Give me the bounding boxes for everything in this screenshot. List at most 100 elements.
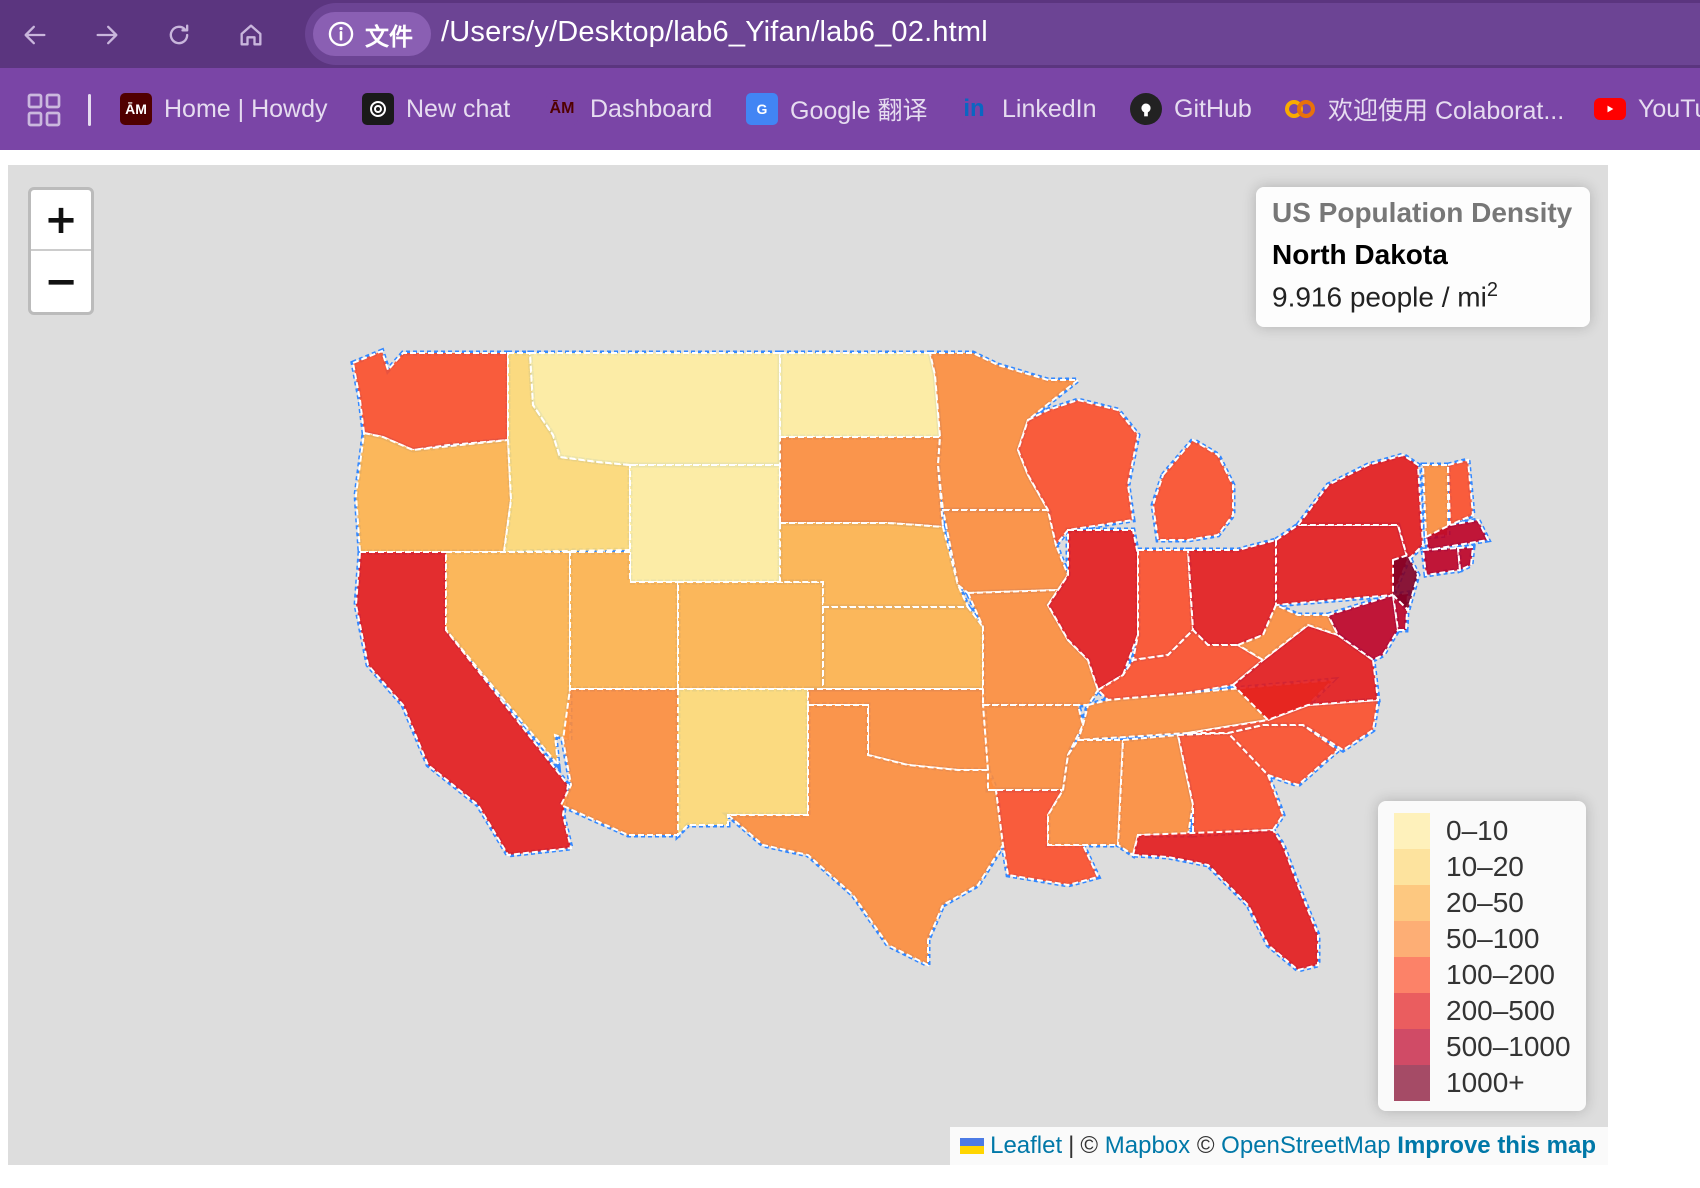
density-unit: people / mi — [1349, 281, 1487, 313]
google-translate-icon: G — [746, 93, 778, 125]
url-text[interactable]: /Users/y/Desktop/lab6_Yifan/lab6_02.html — [441, 16, 988, 49]
legend-swatch — [1394, 1029, 1430, 1065]
state-oregon[interactable] — [354, 431, 513, 553]
map-container[interactable]: + − US Population Density North Dakota 9… — [8, 165, 1608, 1165]
reload-icon — [169, 24, 189, 45]
legend-row: 20–50 — [1394, 885, 1570, 921]
forward-button[interactable] — [86, 14, 128, 56]
legend-row: 50–100 — [1394, 921, 1570, 957]
info-panel: US Population Density North Dakota 9.916… — [1256, 187, 1590, 327]
zoom-out-button[interactable]: − — [31, 251, 91, 312]
arrow-right-icon — [96, 25, 118, 45]
legend-row: 500–1000 — [1394, 1029, 1571, 1065]
density-value: 9.916 — [1272, 281, 1343, 313]
bookmark-home-howdy[interactable]: ĀM Home | Howdy — [120, 88, 328, 130]
leaflet-link[interactable]: Leaflet — [990, 1132, 1062, 1160]
state-pennsylvania[interactable] — [1275, 524, 1410, 607]
linkedin-icon: in — [958, 93, 990, 125]
bookmark-label: YouTu — [1638, 94, 1700, 123]
legend-swatch — [1394, 921, 1430, 957]
github-icon — [1130, 93, 1162, 125]
info-icon — [328, 21, 354, 47]
home-button[interactable] — [230, 14, 272, 56]
state-ohio[interactable] — [1186, 538, 1277, 646]
legend-row: 1000+ — [1394, 1065, 1570, 1101]
bookmark-dashboard[interactable]: ĀM Dashboard — [546, 88, 712, 130]
bookmarks-separator — [88, 94, 91, 126]
info-density: 9.916 people / mi2 — [1272, 279, 1574, 313]
copyright-symbol: © — [1080, 1132, 1099, 1159]
state-kansas[interactable] — [822, 606, 984, 690]
state-montana[interactable] — [528, 352, 781, 466]
bookmark-label: Google 翻译 — [790, 97, 928, 125]
legend: 0–10 10–20 20–50 50–100 100–200 200–500 500–10… — [1378, 801, 1586, 1111]
bookmark-github[interactable]: GitHub — [1130, 88, 1252, 130]
apps-grid-icon[interactable] — [26, 92, 62, 128]
state-michigan[interactable] — [1151, 438, 1234, 541]
bookmark-new-chat[interactable]: New chat — [362, 88, 510, 130]
legend-swatch — [1394, 813, 1430, 849]
info-title: US Population Density — [1272, 197, 1573, 228]
legend-label: 50–100 — [1446, 923, 1540, 954]
bookmark-label: GitHub — [1174, 94, 1252, 123]
bookmarks-bar: ĀM Home | Howdy New chat ĀM Dashboard G … — [0, 68, 1700, 150]
reload-button[interactable] — [158, 14, 200, 56]
bookmark-label: New chat — [406, 94, 511, 123]
state-vermont[interactable] — [1421, 464, 1449, 539]
legend-label: 200–500 — [1446, 995, 1556, 1026]
bookmark-linkedin[interactable]: in LinkedIn — [958, 88, 1097, 130]
legend-label: 500–1000 — [1446, 1031, 1571, 1062]
state-new-mexico[interactable] — [677, 688, 809, 838]
legend-swatch — [1394, 1065, 1430, 1101]
state-colorado[interactable] — [677, 581, 824, 690]
density-unit-exponent: 2 — [1486, 279, 1498, 301]
attribution-separator: | — [1068, 1132, 1075, 1159]
states-layer — [351, 349, 1490, 972]
attribution: Leaflet | © Mapbox © OpenStreetMap Impro… — [950, 1127, 1608, 1165]
address-bar[interactable]: 文件 /Users/y/Desktop/lab6_Yifan/lab6_02.h… — [305, 3, 1700, 65]
legend-swatch — [1394, 885, 1430, 921]
state-south-dakota[interactable] — [779, 436, 945, 529]
legend-row: 100–200 — [1394, 957, 1570, 993]
legend-swatch — [1394, 993, 1430, 1029]
state-connecticut[interactable] — [1421, 546, 1462, 577]
bookmark-label: Home | Howdy — [164, 94, 328, 123]
bookmark-youtube[interactable]: YouTu — [1594, 88, 1700, 130]
zoom-in-button[interactable]: + — [31, 190, 91, 251]
legend-swatch — [1394, 849, 1430, 885]
colab-icon — [1284, 93, 1316, 125]
bookmark-google-translate[interactable]: G Google 翻译 — [746, 88, 928, 130]
legend-label: 100–200 — [1446, 959, 1556, 990]
site-info-chip[interactable]: 文件 — [313, 12, 431, 56]
tamu-icon: ĀM — [546, 93, 578, 125]
state-new-hampshire[interactable] — [1446, 458, 1475, 527]
ukraine-flag-icon — [960, 1138, 985, 1154]
openstreetmap-link[interactable]: OpenStreetMap — [1221, 1132, 1390, 1160]
legend-row: 200–500 — [1394, 993, 1570, 1029]
info-state-name: North Dakota — [1272, 239, 1448, 270]
bookmark-colab[interactable]: 欢迎使用 Colaborat... — [1284, 88, 1564, 130]
bookmark-label: 欢迎使用 Colaborat... — [1328, 97, 1565, 125]
site-info-label: 文件 — [365, 23, 413, 51]
bookmark-label: Dashboard — [590, 94, 713, 123]
improve-map-link[interactable]: Improve this map — [1397, 1132, 1596, 1160]
arrow-left-icon — [24, 25, 46, 45]
openai-icon — [362, 93, 394, 125]
home-icon — [240, 24, 262, 46]
browser-toolbar: 文件 /Users/y/Desktop/lab6_Yifan/lab6_02.h… — [0, 0, 1700, 68]
legend-swatch — [1394, 957, 1430, 993]
mapbox-link[interactable]: Mapbox — [1105, 1132, 1190, 1160]
state-north-dakota[interactable] — [779, 352, 942, 438]
legend-label: 20–50 — [1446, 887, 1524, 918]
legend-label: 1000+ — [1446, 1067, 1525, 1098]
copyright-symbol: © — [1196, 1132, 1215, 1159]
state-iowa[interactable] — [941, 509, 1070, 595]
tamu-icon: ĀM — [120, 93, 152, 125]
state-florida[interactable] — [1131, 828, 1319, 972]
browser-chrome: 文件 /Users/y/Desktop/lab6_Yifan/lab6_02.h… — [0, 0, 1700, 150]
state-wyoming[interactable] — [629, 464, 781, 583]
legend-row: 10–20 — [1394, 849, 1570, 885]
bookmark-label: LinkedIn — [1002, 94, 1097, 123]
state-rhode-island[interactable] — [1456, 545, 1475, 572]
back-button[interactable] — [14, 14, 56, 56]
